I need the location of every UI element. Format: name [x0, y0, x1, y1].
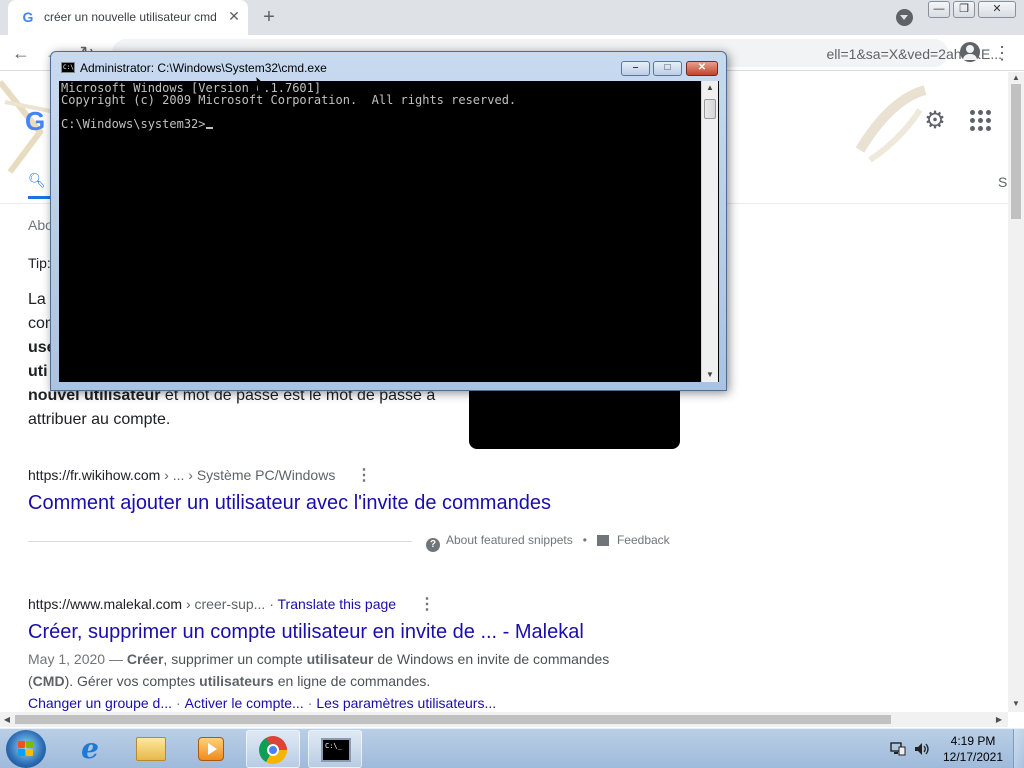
cmd-icon: C:\_ — [321, 738, 351, 762]
cmd-scrollbar[interactable]: ▲ ▼ — [701, 81, 718, 382]
cmd-maximize-button[interactable]: □ — [653, 61, 682, 76]
system-clock[interactable]: 4:19 PM 12/17/2021 — [938, 733, 1008, 765]
scroll-down-arrow-icon[interactable]: ▼ — [1008, 698, 1024, 710]
snippet-divider — [28, 541, 412, 542]
about-featured-snippets-link[interactable]: ? About featured snippets • Feedback — [426, 533, 670, 552]
maximize-button[interactable]: ❐ — [953, 1, 975, 18]
scroll-right-arrow-icon[interactable]: ▶ — [992, 712, 1006, 727]
show-desktop-button[interactable] — [1013, 729, 1024, 768]
scroll-left-arrow-icon[interactable]: ◀ — [0, 712, 14, 727]
taskbar-media-player[interactable] — [184, 730, 238, 768]
tab-search-icon[interactable] — [896, 9, 913, 26]
internet-explorer-icon: e — [81, 732, 99, 765]
horizontal-scroll-thumb[interactable] — [15, 715, 891, 724]
console-prompt: C:\Windows\system32> — [61, 117, 206, 131]
sitelink[interactable]: Activer le compte... — [185, 695, 304, 711]
result-2-sitelinks: Changer un groupe d... · Activer le compte… — [28, 695, 497, 711]
text-cursor — [205, 127, 213, 129]
doodle-right-decoration — [855, 85, 927, 163]
cmd-console[interactable]: Microsoft Windows [Version 6.1.7601] Cop… — [59, 81, 719, 382]
feedback-icon — [596, 535, 609, 546]
result-1-cite[interactable]: https://fr.wikihow.com › ... › Système P… — [28, 467, 335, 483]
taskbar-cmd[interactable]: C:\_ — [308, 730, 362, 768]
taskbar-file-explorer[interactable] — [124, 730, 178, 768]
profile-avatar-icon[interactable] — [960, 42, 980, 62]
google-favicon-icon: G — [22, 9, 34, 25]
snippet-line-4: uti — [28, 363, 48, 380]
network-icon[interactable] — [890, 742, 906, 756]
cmd-window-icon: C:\ — [61, 62, 75, 73]
clock-date: 12/17/2021 — [942, 750, 1004, 764]
browser-menu-icon[interactable]: ⋮ — [992, 41, 1012, 65]
snippet-line-1: La — [28, 291, 46, 308]
chrome-icon — [259, 736, 287, 764]
back-button[interactable]: ← — [9, 41, 33, 65]
new-tab-button[interactable]: + — [258, 6, 280, 28]
tip-label: Tip: — [28, 255, 51, 271]
close-window-button[interactable]: ✕ — [978, 1, 1016, 18]
search-tab-magnifier-icon[interactable]: 🔍︎ — [28, 172, 46, 189]
console-output: Microsoft Windows [Version 6.1.7601] Cop… — [61, 81, 517, 131]
result-2-description-line-1: May 1, 2020 — Créer, supprimer un compte… — [28, 651, 610, 667]
cmd-close-button[interactable]: ✕ — [686, 61, 718, 76]
volume-icon[interactable] — [914, 742, 930, 756]
translate-link[interactable]: Translate this page — [278, 596, 397, 612]
tab-close-icon[interactable]: ✕ — [226, 8, 242, 24]
cmd-minimize-button[interactable]: – — [621, 61, 650, 76]
cmd-window[interactable]: C:\ Administrator: C:\Windows\System32\c… — [50, 51, 727, 391]
cmd-scroll-down-icon[interactable]: ▼ — [702, 368, 718, 382]
cmd-scroll-thumb[interactable] — [704, 99, 716, 119]
result-2-cite[interactable]: https://www.malekal.com › creer-sup... ·… — [28, 596, 396, 612]
result-2-title-link[interactable]: Créer, supprimer un compte utilisateur e… — [28, 621, 584, 644]
cmd-scroll-up-icon[interactable]: ▲ — [702, 81, 718, 95]
scroll-up-arrow-icon[interactable]: ▲ — [1008, 72, 1024, 84]
cmd-window-title: Administrator: C:\Windows\System32\cmd.e… — [80, 61, 327, 75]
question-icon: ? — [426, 538, 440, 552]
google-logo[interactable]: G — [25, 106, 45, 137]
taskbar-chrome[interactable] — [246, 730, 300, 768]
browser-window-controls: — ❐ ✕ — [928, 1, 1018, 19]
windows-taskbar: e C:\_ 4:19 PM 12/17/2021 — [0, 728, 1024, 768]
vertical-scroll-thumb[interactable] — [1011, 84, 1021, 219]
browser-tab[interactable]: G créer un nouvelle utilisateur cmd ✕ — [8, 0, 248, 35]
google-apps-icon[interactable] — [970, 110, 992, 132]
feedback-link[interactable]: Feedback — [617, 533, 670, 547]
result-1-more-icon[interactable]: ⋮ — [356, 465, 372, 485]
folder-icon — [136, 737, 166, 761]
windows-logo-icon — [18, 741, 34, 757]
start-button[interactable] — [6, 730, 46, 768]
sitelink[interactable]: Changer un groupe d... — [28, 695, 172, 711]
page-vertical-scrollbar[interactable]: ▲ ▼ — [1008, 72, 1024, 712]
settings-gear-icon[interactable]: ⚙ — [922, 108, 948, 134]
media-player-icon — [198, 737, 224, 761]
search-tab-edge-label[interactable]: S — [998, 174, 1007, 190]
browser-tab-strip: G créer un nouvelle utilisateur cmd ✕ + … — [0, 0, 1024, 35]
page-horizontal-scrollbar[interactable]: ◀ ▶ — [0, 712, 1008, 727]
result-2-description-line-2: (CMD). Gérer vos comptes utilisateurs en… — [28, 673, 431, 689]
snippet-line-6: attribuer au compte. — [28, 411, 171, 428]
tab-title: créer un nouvelle utilisateur cmd — [44, 10, 217, 24]
result-1-title-link[interactable]: Comment ajouter un utilisateur avec l'in… — [28, 492, 551, 515]
minimize-button[interactable]: — — [928, 1, 950, 18]
taskbar-internet-explorer[interactable]: e — [62, 730, 116, 768]
sitelink[interactable]: Les paramètres utilisateurs... — [316, 695, 496, 711]
clock-time: 4:19 PM — [950, 734, 996, 748]
result-2-more-icon[interactable]: ⋮ — [419, 594, 435, 614]
